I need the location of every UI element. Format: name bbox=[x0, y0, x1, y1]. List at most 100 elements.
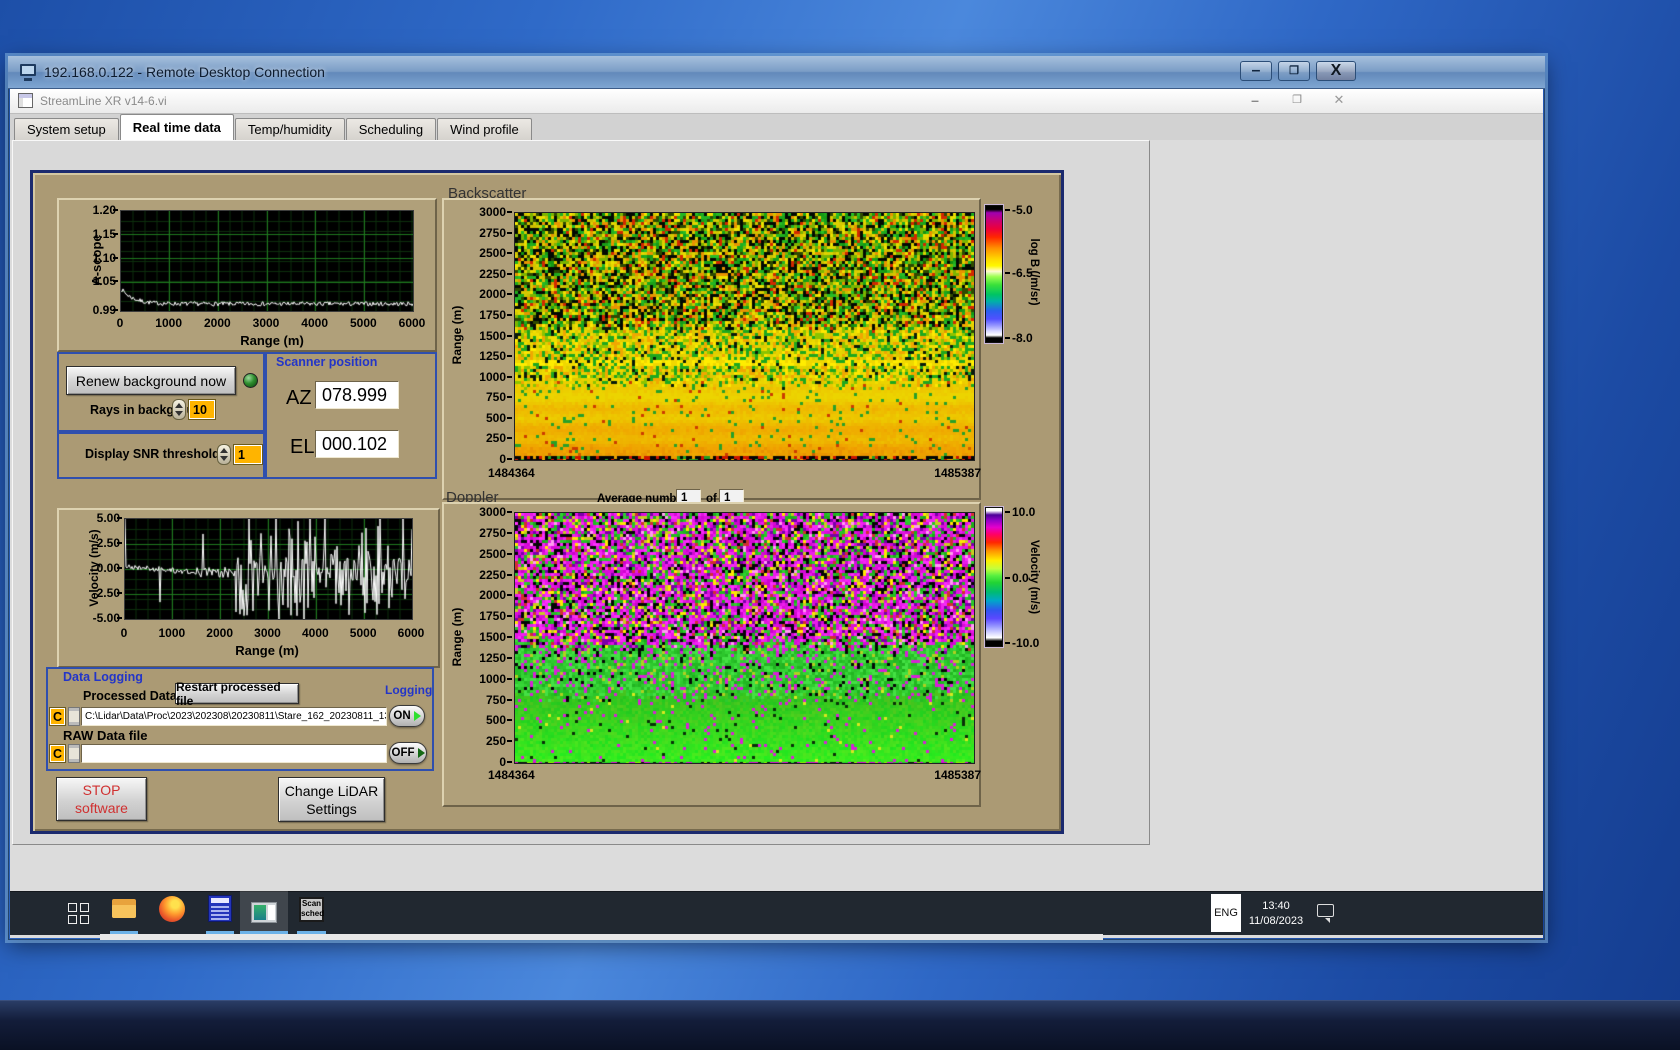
tick-mark bbox=[1005, 577, 1010, 579]
processed-path-field[interactable]: C:\Lidar\Data\Proc\2023\202308\20230811\… bbox=[81, 707, 387, 726]
tick-mark bbox=[507, 458, 512, 460]
toggle-on-label: ON bbox=[393, 710, 410, 722]
doppler-heatmap bbox=[514, 512, 975, 764]
processed-drive-box[interactable]: C bbox=[49, 707, 66, 726]
tick-label: 2250 bbox=[460, 267, 506, 281]
tick-label: 1000 bbox=[149, 316, 189, 330]
tick-mark bbox=[507, 636, 512, 638]
raw-browse-icon[interactable] bbox=[68, 744, 80, 763]
spinner-down-icon[interactable] bbox=[175, 411, 183, 416]
tab-scheduling[interactable]: Scheduling bbox=[346, 118, 436, 140]
streamline-app-taskbar-button[interactable] bbox=[240, 891, 288, 935]
tick-label: 0.0 bbox=[1012, 571, 1052, 585]
stop-button-line1: STOP bbox=[83, 781, 121, 799]
tick-label: 2000 bbox=[460, 287, 506, 301]
change-button-line2: Settings bbox=[306, 800, 357, 818]
snr-spinner[interactable] bbox=[217, 444, 231, 465]
stop-software-button[interactable]: STOP software bbox=[56, 777, 147, 821]
tick-label: 750 bbox=[460, 693, 506, 707]
tab-real-time-data[interactable]: Real time data bbox=[120, 114, 234, 140]
taskbar-clock[interactable]: 13:40 11/08/2023 bbox=[1240, 899, 1312, 929]
tick-mark bbox=[507, 396, 512, 398]
tick-mark bbox=[117, 517, 122, 519]
tick-label: 1.10 bbox=[70, 251, 116, 265]
document-app-button[interactable] bbox=[208, 895, 232, 922]
document-app-icon bbox=[211, 910, 229, 912]
start-button[interactable] bbox=[66, 900, 94, 926]
streamline-app-icon-pane-green bbox=[254, 905, 266, 920]
raw-drive-box[interactable]: C bbox=[49, 744, 66, 763]
tick-label: -2.50 bbox=[74, 586, 120, 600]
tick-mark bbox=[113, 309, 118, 311]
change-lidar-settings-button[interactable]: Change LiDAR Settings bbox=[278, 777, 385, 822]
rays-value-field[interactable]: 10 bbox=[188, 399, 216, 420]
raw-path-field[interactable] bbox=[81, 744, 387, 763]
rdp-maximize-button[interactable]: ❐ bbox=[1278, 61, 1310, 81]
taskbar-time: 13:40 bbox=[1240, 899, 1312, 914]
rdp-close-button[interactable]: X bbox=[1316, 61, 1356, 81]
snr-value-field[interactable]: 1 bbox=[233, 444, 263, 465]
tick-label: 4000 bbox=[295, 316, 335, 330]
tick-label: 5000 bbox=[343, 316, 383, 330]
tick-mark bbox=[113, 209, 118, 211]
tick-label: 3000 bbox=[248, 626, 288, 640]
tab-system-setup[interactable]: System setup bbox=[14, 118, 119, 140]
tick-mark bbox=[1005, 209, 1010, 211]
rays-spinner[interactable] bbox=[172, 399, 186, 420]
snr-threshold-label: Display SNR threshold bbox=[85, 447, 220, 461]
file-explorer-button[interactable] bbox=[112, 897, 136, 921]
tick-mark bbox=[507, 678, 512, 680]
logging-label: Logging bbox=[385, 683, 432, 697]
tab-temp-humidity[interactable]: Temp/humidity bbox=[235, 118, 345, 140]
spinner-down-icon[interactable] bbox=[220, 456, 228, 461]
ascope-plot bbox=[120, 210, 414, 312]
tick-label: 5.00 bbox=[74, 511, 120, 525]
tick-mark bbox=[507, 232, 512, 234]
tick-mark bbox=[507, 335, 512, 337]
tick-mark bbox=[507, 553, 512, 555]
restart-processed-file-button[interactable]: Restart processed file bbox=[175, 683, 299, 704]
azimuth-value-field[interactable]: 078.999 bbox=[315, 381, 399, 409]
toggle-off-icon bbox=[418, 748, 425, 758]
spinner-up-icon[interactable] bbox=[220, 448, 228, 453]
tick-label: 2750 bbox=[460, 526, 506, 540]
tick-mark bbox=[507, 574, 512, 576]
firefox-button[interactable] bbox=[159, 896, 185, 922]
tick-mark bbox=[113, 233, 118, 235]
tick-mark bbox=[507, 761, 512, 763]
notification-center-icon[interactable] bbox=[1317, 904, 1334, 917]
start-icon bbox=[68, 903, 77, 912]
rdp-title: 192.168.0.122 - Remote Desktop Connectio… bbox=[44, 64, 325, 80]
renew-background-button[interactable]: Renew background now bbox=[66, 366, 236, 395]
tick-mark bbox=[507, 273, 512, 275]
renew-background-led bbox=[243, 373, 258, 388]
document-app-icon bbox=[211, 914, 229, 916]
notification-center-icon-tail bbox=[1325, 918, 1330, 923]
processed-logging-toggle[interactable]: ON bbox=[389, 705, 425, 727]
scan-scheduler-label2: sched bbox=[301, 909, 322, 919]
spinner-up-icon[interactable] bbox=[175, 403, 183, 408]
app-maximize-button[interactable]: ❐ bbox=[1285, 93, 1309, 111]
scan-scheduler-button[interactable]: Scan sched bbox=[299, 897, 324, 922]
tick-mark bbox=[1005, 642, 1010, 644]
tick-mark bbox=[507, 740, 512, 742]
processed-browse-icon[interactable] bbox=[68, 707, 80, 726]
tick-mark bbox=[1005, 511, 1010, 513]
raw-logging-toggle[interactable]: OFF bbox=[389, 742, 427, 764]
remote-desktop-icon bbox=[20, 64, 36, 76]
rdp-minimize-button[interactable]: – bbox=[1240, 61, 1272, 81]
host-taskbar[interactable] bbox=[0, 1000, 1680, 1050]
app-minimize-button[interactable]: – bbox=[1243, 92, 1267, 110]
scan-scheduler-label1: Scan bbox=[301, 899, 322, 909]
tab-wind-profile[interactable]: Wind profile bbox=[437, 118, 532, 140]
app-close-button[interactable]: ✕ bbox=[1327, 92, 1351, 110]
elevation-value-field[interactable]: 000.102 bbox=[315, 430, 399, 458]
tick-label: 250 bbox=[460, 734, 506, 748]
language-indicator[interactable]: ENG bbox=[1211, 894, 1241, 932]
velocity-plot bbox=[124, 518, 413, 620]
rdp-titlebar[interactable]: 192.168.0.122 - Remote Desktop Connectio… bbox=[8, 56, 1545, 89]
tick-label: 1000 bbox=[460, 672, 506, 686]
velocity-x-axis-label: Range (m) bbox=[207, 644, 327, 658]
backscatter-x-start: 1484364 bbox=[488, 466, 588, 480]
app-titlebar[interactable]: StreamLine XR v14-6.vi – ❐ ✕ bbox=[10, 89, 1543, 114]
